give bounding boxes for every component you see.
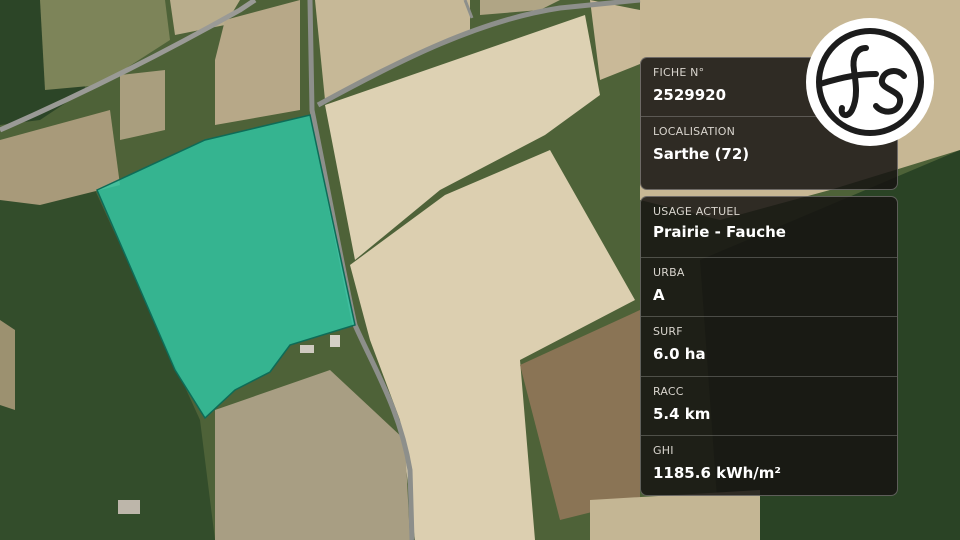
fs-logo-icon xyxy=(816,28,924,136)
racc-row: RACC 5.4 km xyxy=(641,375,897,436)
racc-value: 5.4 km xyxy=(653,404,711,423)
ghi-value: 1185.6 kWh/m² xyxy=(653,464,781,482)
racc-label: RACC xyxy=(653,384,684,398)
field xyxy=(0,320,15,410)
urba-value: A xyxy=(653,285,665,304)
building xyxy=(118,500,140,514)
urba-label: URBA xyxy=(653,265,685,279)
surf-label: SURF xyxy=(653,325,683,338)
ghi-row: GHI 1185.6 kWh/m² xyxy=(641,435,897,495)
building xyxy=(330,335,340,347)
details-card: USAGE ACTUEL Prairie - Fauche URBA A SUR… xyxy=(640,196,898,496)
localisation-value: Sarthe (72) xyxy=(653,145,750,163)
surf-value: 6.0 ha xyxy=(653,345,706,363)
usage-label: USAGE ACTUEL xyxy=(653,205,740,218)
fs-logo[interactable] xyxy=(806,18,934,146)
surf-row: SURF 6.0 ha xyxy=(641,316,897,376)
building xyxy=(300,345,314,353)
field xyxy=(120,70,165,140)
usage-row: USAGE ACTUEL Prairie - Fauche xyxy=(641,197,897,257)
usage-value: Prairie - Fauche xyxy=(653,223,786,241)
ghi-label: GHI xyxy=(653,444,674,457)
urba-row: URBA A xyxy=(641,256,897,317)
